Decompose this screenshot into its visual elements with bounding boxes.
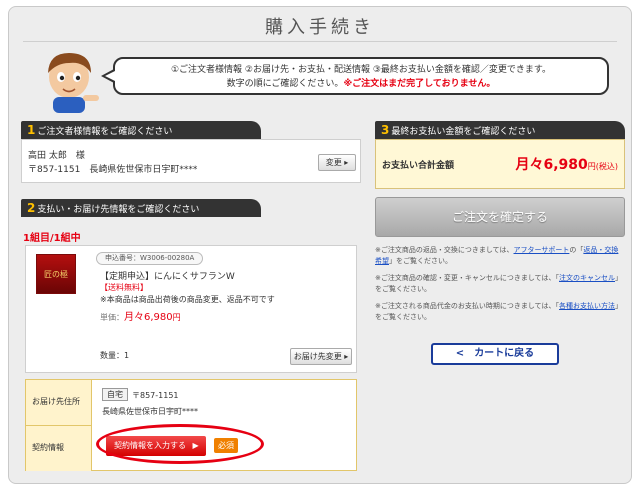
purchase-page: 購入手続き ①ご注文者様情報 ②お届け先・お支払・配送情報 ③最終お支払い金額を…	[8, 6, 632, 484]
note-cancel: ※ご注文商品の確認・変更・キャンセルにつきましては、「注文のキャンセル」をご覧く…	[375, 273, 625, 295]
guide-line-2: 数字の順にご確認ください。※ご注文はまだ完了しておりません。	[115, 77, 607, 91]
product-note: ※本商品は商品出荷後の商品変更、返品不可です	[100, 295, 275, 304]
delivery-change-label: お届け先変更	[293, 352, 342, 361]
delivery-change-button[interactable]: お届け先変更 ▸	[290, 348, 352, 365]
chevron-left-icon: <	[455, 348, 465, 359]
guide-warning: ※ご注文はまだ完了しておりません。	[343, 79, 496, 89]
order-cancel-link[interactable]: 注文のキャンセル	[559, 274, 615, 282]
product-name: 【定期申込】にんにくサフランW	[100, 272, 235, 282]
group-label-text: 1組目/1組中	[23, 233, 81, 244]
note1-text-b: の「	[569, 246, 584, 254]
section2-header: 2 支払い・お届け先情報をご確認ください	[21, 199, 261, 217]
contract-label: 契約情報	[26, 426, 92, 471]
section1-title: ご注文者様情報をご確認ください	[37, 127, 173, 137]
total-amount: 月々6,980円(税込)	[515, 154, 618, 174]
arrow-right-icon: ▸	[344, 352, 349, 361]
orderer-address: 〒857-1151 長崎県佐世保市日宇町****	[28, 165, 198, 175]
price-value: 月々6,980	[124, 312, 173, 323]
bubble-tail-inner	[105, 71, 115, 81]
delivery-zip: 〒857-1151	[132, 391, 179, 400]
after-support-link[interactable]: アフターサポート	[514, 246, 570, 254]
mascot-icon	[48, 53, 99, 113]
section3-number: 3	[381, 123, 390, 137]
group-label: 1組目/1組中	[23, 229, 81, 244]
back-to-cart-button[interactable]: < カートに戻る	[431, 343, 559, 365]
note1-text-a: ※ご注文商品の返品・交換につきましては、	[375, 246, 514, 254]
orderer-change-button[interactable]: 変更 ▸	[318, 154, 356, 171]
product-thumbnail: 匠の極	[36, 254, 76, 294]
delivery-address-label: お届け先住所	[26, 380, 92, 426]
highlight-circle	[96, 424, 264, 464]
note1-text-c: 」をご覧ください。	[389, 257, 452, 265]
delivery-address: 長崎県佐世保市日宇町****	[102, 407, 198, 416]
section1-header: 1 ご注文者様情報をご確認ください	[21, 121, 261, 139]
address-tag: 自宅	[102, 388, 128, 401]
payment-methods-link[interactable]: 各種お支払い方法	[559, 302, 615, 310]
product-code: 申込番号：W3006-00280A	[96, 252, 204, 265]
orderer-change-label: 変更	[325, 158, 342, 167]
section1-number: 1	[27, 123, 36, 137]
section2-number: 2	[27, 201, 36, 215]
guide-line-1: ①ご注文者様情報 ②お届け先・お支払・配送情報 ③最終お支払い金額を確認／変更で…	[170, 65, 552, 75]
notes: ※ご注文商品の返品・交換につきましては、アフターサポートの「返品・交換希望」をご…	[375, 245, 625, 323]
total-box: お支払い合計金額 月々6,980円(税込)	[375, 139, 625, 189]
total-label: お支払い合計金額	[382, 161, 455, 171]
guide-line-2-text: 数字の順にご確認ください。	[226, 79, 344, 89]
note2-text-a: ※ご注文商品の確認・変更・キャンセルにつきましては、「	[375, 274, 560, 282]
product-quantity: 数量：1	[100, 351, 130, 360]
total-unit: 円(税込)	[587, 162, 618, 171]
page-title: 購入手続き	[265, 17, 375, 38]
arrow-right-icon: ▸	[344, 158, 349, 167]
price-label: 単価：	[100, 313, 124, 322]
product-price: 単価：月々6,980円	[100, 308, 181, 323]
back-to-cart-label: カートに戻る	[474, 348, 535, 359]
orderer-name: 高田 太郎 様	[28, 151, 85, 161]
note-payment: ※ご注文される商品代金のお支払い時期につきましては、「各種お支払い方法」をご覧く…	[375, 301, 625, 323]
note-returns: ※ご注文商品の返品・交換につきましては、アフターサポートの「返品・交換希望」をご…	[375, 245, 625, 267]
total-value: 月々6,980	[515, 157, 588, 173]
title-divider	[23, 41, 617, 42]
orderer-card: 高田 太郎 様 〒857-1151 長崎県佐世保市日宇町**** 変更 ▸	[21, 139, 361, 183]
note3-text-a: ※ご注文される商品代金のお支払い時期につきましては、「	[375, 302, 560, 310]
price-unit: 円	[172, 313, 181, 322]
section3-title: 最終お支払い金額をご確認ください	[391, 127, 536, 137]
section2-title: 支払い・お届け先情報をご確認ください	[37, 205, 200, 215]
section3-header: 3 最終お支払い金額をご確認ください	[375, 121, 625, 139]
delivery-info-table: お届け先住所 契約情報 自宅 〒857-1151 長崎県佐世保市日宇町**** …	[25, 379, 357, 471]
confirm-order-button[interactable]: ご注文を確定する	[375, 197, 625, 237]
free-shipping-badge: 【送料無料】	[100, 283, 148, 292]
guide-bubble: ①ご注文者様情報 ②お届け先・お支払・配送情報 ③最終お支払い金額を確認／変更で…	[113, 57, 609, 95]
product-card: 匠の極 申込番号：W3006-00280A 【定期申込】にんにくサフランW 【送…	[25, 245, 357, 373]
